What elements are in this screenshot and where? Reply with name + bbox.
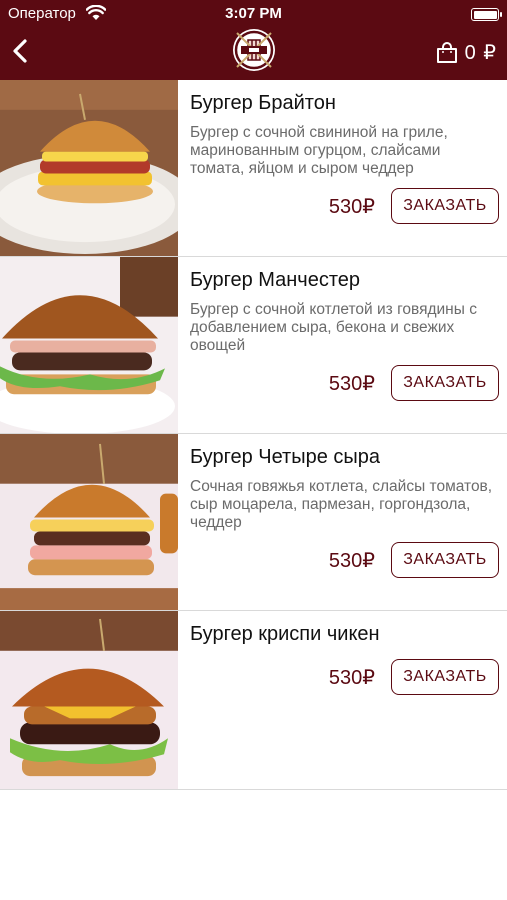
product-price: 530₽ <box>328 666 375 689</box>
order-button[interactable]: ЗАКАЗАТЬ <box>391 659 499 695</box>
order-button[interactable]: ЗАКАЗАТЬ <box>391 365 499 401</box>
restaurant-logo <box>233 29 275 71</box>
product-image <box>0 611 178 789</box>
product-card[interactable]: Бургер Четыре сыра Сочная говяжья котлет… <box>0 434 507 611</box>
cart-total: 0 ₽ <box>464 42 497 64</box>
order-button[interactable]: ЗАКАЗАТЬ <box>391 542 499 578</box>
product-list: Бургер Брайтон Бургер с сочной свининой … <box>0 80 507 790</box>
product-card[interactable]: Бургер Манчестер Бургер с сочной котлето… <box>0 257 507 434</box>
product-image <box>0 80 178 256</box>
product-price: 530₽ <box>328 549 375 572</box>
product-card[interactable]: Бургер криспи чикен 530₽ ЗАКАЗАТЬ <box>0 611 507 790</box>
order-button[interactable]: ЗАКАЗАТЬ <box>391 188 499 224</box>
product-description: Сочная говяжья котлета, слайсы томатов, … <box>190 478 493 531</box>
product-image <box>0 257 178 433</box>
status-bar: Оператор 3:07 PM <box>0 0 507 28</box>
product-name: Бургер Брайтон <box>190 92 336 114</box>
product-description: Бургер с сочной котлетой из говядины с д… <box>190 301 477 354</box>
product-price: 530₽ <box>328 195 375 218</box>
product-description: Бургер с сочной свининой на гриле, марин… <box>190 124 448 177</box>
product-name: Бургер Четыре сыра <box>190 446 380 468</box>
battery-icon <box>471 8 502 21</box>
status-time: 3:07 PM <box>225 5 282 22</box>
product-image <box>0 434 178 610</box>
product-name: Бургер криспи чикен <box>190 623 380 645</box>
product-name: Бургер Манчестер <box>190 269 361 291</box>
shopping-bag-icon <box>436 41 457 63</box>
product-card[interactable]: Бургер Брайтон Бургер с сочной свининой … <box>0 80 507 257</box>
top-bar: Оператор 3:07 PM 0 ₽ <box>0 0 507 80</box>
back-chevron-icon[interactable] <box>8 36 34 66</box>
cart-button[interactable]: 0 ₽ <box>435 40 497 65</box>
product-price: 530₽ <box>328 372 375 395</box>
